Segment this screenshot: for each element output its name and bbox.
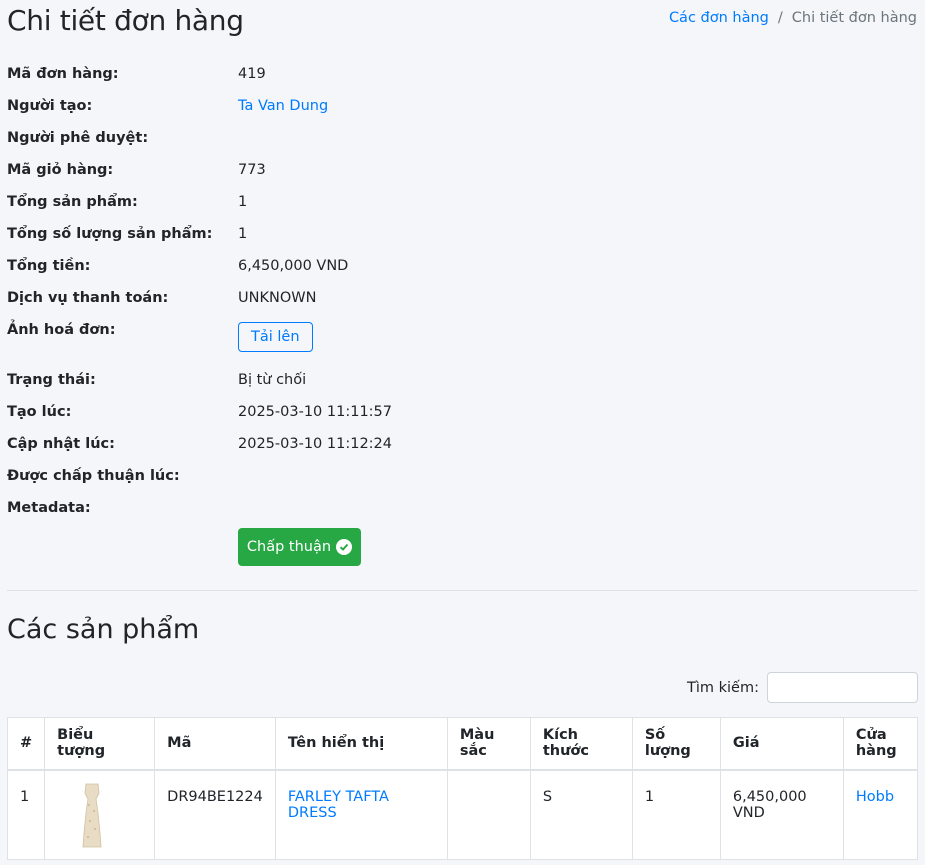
order-id-value: 419 [238,66,266,82]
creator-label: Người tạo: [7,98,93,114]
dress-thumbnail-icon[interactable] [77,783,107,849]
approved-at-row: Được chấp thuận lúc: [7,460,607,492]
payment-service-label: Dịch vụ thanh toán: [7,290,169,306]
row-color [446,769,531,860]
order-id-label: Mã đơn hàng: [7,66,119,82]
cart-id-row: Mã giỏ hàng: 773 [7,154,607,186]
created-at-row: Tạo lúc: 2025-03-10 11:11:57 [7,396,607,428]
updated-at-row: Cập nhật lúc: 2025-03-10 11:12:24 [7,428,607,460]
breadcrumb-orders-link[interactable]: Các đơn hàng [669,10,769,26]
search-input[interactable] [767,672,918,703]
total-quantity-label: Tổng số lượng sản phẩm: [7,226,213,242]
status-value: Bị từ chối [238,372,307,388]
row-name-cell: FARLEY TAFTA DRESS [274,769,448,860]
col-header-quantity[interactable]: Số lượng [631,717,721,771]
invoice-image-label: Ảnh hoá đơn: [7,322,116,338]
metadata-label: Metadata: [7,500,91,516]
breadcrumb: Các đơn hàng / Chi tiết đơn hàng [669,10,917,26]
cart-id-label: Mã giỏ hàng: [7,162,114,178]
col-header-code[interactable]: Mã [154,717,276,771]
row-icon-cell [44,769,156,860]
updated-at-label: Cập nhật lúc: [7,436,115,452]
col-header-price[interactable]: Giá [719,717,844,771]
updated-at-value: 2025-03-10 11:12:24 [238,436,392,452]
table-header-row: # Biểu tượng Mã Tên hiển thị Màu sắc Kíc… [6,717,919,771]
cart-id-value: 773 [238,162,266,178]
row-code: DR94BE1224 [154,769,276,860]
created-at-label: Tạo lúc: [7,404,72,420]
row-quantity: 1 [631,769,721,860]
total-products-value: 1 [238,194,248,210]
created-at-value: 2025-03-10 11:11:57 [238,404,392,420]
upload-button[interactable]: Tải lên [238,322,313,352]
col-header-size[interactable]: Kích thước [529,717,633,771]
status-label: Trạng thái: [7,372,96,388]
row-store-cell: Hobb [842,769,919,860]
search-label: Tìm kiếm: [687,679,759,696]
table-row: 1 DR94BE1224 FARLEY TAFTA DRESS S 1 6,45… [6,769,919,860]
breadcrumb-separator: / [777,10,783,26]
total-products-label: Tổng sản phẩm: [7,194,138,210]
total-amount-label: Tổng tiền: [7,258,91,274]
col-header-name[interactable]: Tên hiển thị [274,717,448,771]
col-header-color[interactable]: Màu sắc [446,717,531,771]
order-id-row: Mã đơn hàng: 419 [7,58,607,90]
col-header-icon[interactable]: Biểu tượng [44,717,156,771]
creator-link[interactable]: Ta Van Dung [238,98,328,114]
payment-service-value: UNKNOWN [238,290,317,306]
section-divider [7,590,918,591]
product-search: Tìm kiếm: [687,672,918,703]
store-link[interactable]: Hobb [856,789,894,805]
approver-label: Người phê duyệt: [7,130,149,146]
total-products-row: Tổng sản phẩm: 1 [7,186,607,218]
product-name-link[interactable]: FARLEY TAFTA DRESS [288,789,389,821]
total-quantity-value: 1 [238,226,248,242]
creator-row: Người tạo: Ta Van Dung [7,90,607,122]
approve-button[interactable]: Chấp thuận [238,528,361,566]
total-amount-row: Tổng tiền: 6,450,000 VND [7,250,607,282]
status-row: Trạng thái: Bị từ chối [7,364,607,396]
approve-button-label: Chấp thuận [246,539,332,555]
breadcrumb-current: Chi tiết đơn hàng [791,10,917,26]
row-price: 6,450,000 VND [719,769,844,860]
approver-row: Người phê duyệt: [7,122,607,154]
invoice-image-row: Ảnh hoá đơn: Tải lên [7,322,607,366]
total-quantity-row: Tổng số lượng sản phẩm: 1 [7,218,607,250]
col-header-store[interactable]: Cửa hàng [842,717,919,771]
col-header-index[interactable]: # [6,717,46,771]
approved-at-label: Được chấp thuận lúc: [7,468,180,484]
page-title: Chi tiết đơn hàng [7,4,244,37]
metadata-row: Metadata: [7,492,607,524]
check-circle-icon [336,539,353,555]
total-amount-value: 6,450,000 VND [238,258,349,274]
products-table: # Biểu tượng Mã Tên hiển thị Màu sắc Kíc… [6,717,919,860]
payment-service-row: Dịch vụ thanh toán: UNKNOWN [7,282,607,314]
products-section-title: Các sản phẩm [7,614,200,645]
row-index: 1 [6,769,46,860]
row-size: S [529,769,633,860]
